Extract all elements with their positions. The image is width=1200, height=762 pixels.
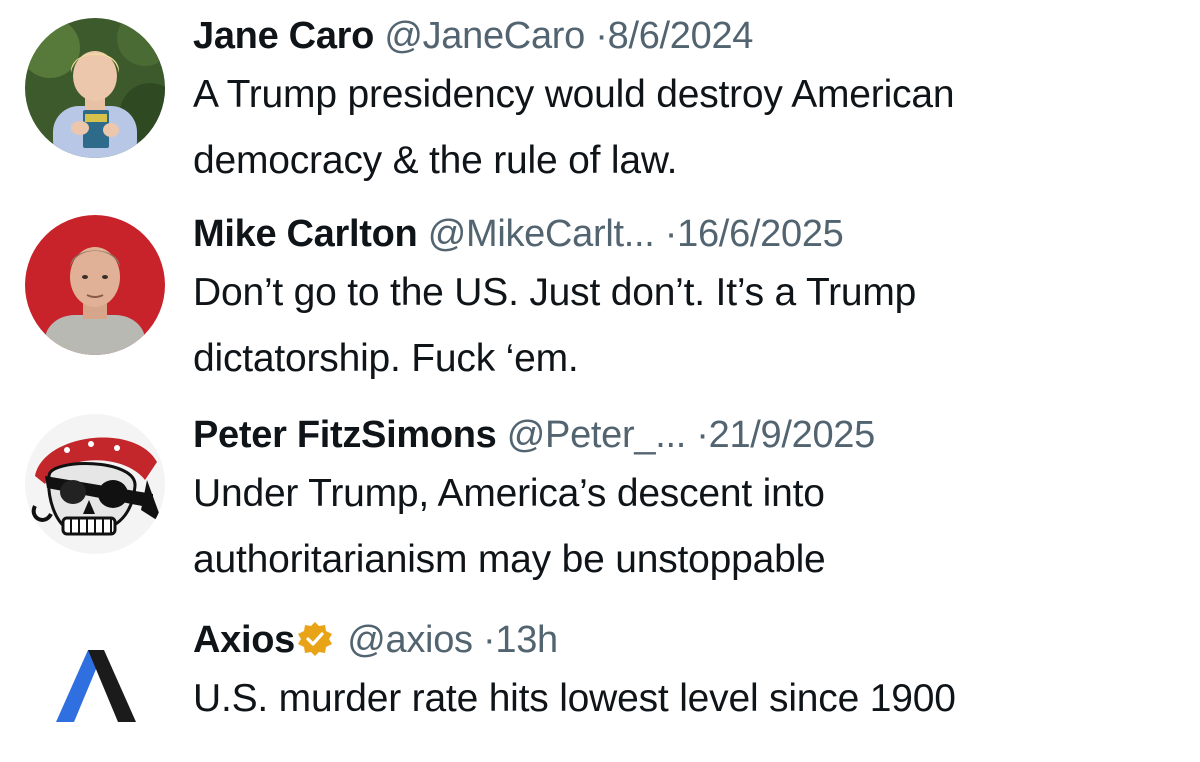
display-name[interactable]: Jane Caro	[193, 15, 374, 57]
separator-dot: ·	[483, 619, 496, 661]
display-name[interactable]: Peter FitzSimons	[193, 414, 497, 456]
handle[interactable]: @Peter_...	[507, 414, 687, 456]
separator-dot: ·	[595, 15, 608, 57]
separator-dot: ·	[664, 213, 678, 255]
timestamp[interactable]: 21/9/2025	[709, 414, 876, 456]
separator-dot: ·	[696, 414, 709, 456]
tweet-header: Mike Carlton @MikeCarlt... ·16/6/2025	[193, 212, 1170, 256]
avatar-jane-caro[interactable]	[25, 18, 165, 158]
tweet-header: Axios @axios ·13h	[193, 618, 1170, 662]
timestamp[interactable]: 16/6/2025	[677, 213, 844, 255]
timestamp[interactable]: 13h	[495, 619, 558, 661]
handle[interactable]: @axios	[347, 619, 473, 661]
tweet-text: U.S. murder rate hits lowest level since…	[193, 666, 1170, 732]
tweet-text: A Trump presidency would destroy America…	[193, 62, 1170, 194]
tweet-text: Under Trump, America’s descent into auth…	[193, 461, 1170, 593]
handle[interactable]: @JaneCaro	[384, 15, 585, 57]
avatar-peter-fitzsimons[interactable]	[25, 414, 165, 554]
tweet-text-line: dictatorship. Fuck ‘em.	[193, 337, 579, 380]
tweet-text-line: democracy & the rule of law.	[193, 139, 678, 182]
handle[interactable]: @MikeCarlt...	[428, 213, 655, 255]
tweet-header: Jane Caro @JaneCaro ·8/6/2024	[193, 14, 1170, 58]
tweet-text-line: Don’t go to the US. Just don’t. It’s a T…	[193, 271, 917, 314]
display-name[interactable]: Axios	[193, 619, 295, 661]
display-name[interactable]: Mike Carlton	[193, 213, 418, 255]
verified-badge-icon	[297, 621, 333, 657]
tweet-feed: Jane Caro @JaneCaro ·8/6/2024 A Trump pr…	[0, 0, 1200, 762]
timestamp[interactable]: 8/6/2024	[608, 15, 754, 57]
avatar-mike-carlton[interactable]	[25, 215, 165, 355]
tweet-text-line: authoritarianism may be unstoppable	[193, 538, 826, 581]
tweet-header: Peter FitzSimons @Peter_... ·21/9/2025	[193, 413, 1170, 457]
tweet-text-line: U.S. murder rate hits lowest level since…	[193, 677, 956, 720]
tweet-text: Don’t go to the US. Just don’t. It’s a T…	[193, 260, 1170, 392]
tweet-text-line: Under Trump, America’s descent into	[193, 472, 825, 515]
tweet-text-line: A Trump presidency would destroy America…	[193, 73, 955, 116]
axios-logo-icon[interactable]	[52, 646, 142, 726]
